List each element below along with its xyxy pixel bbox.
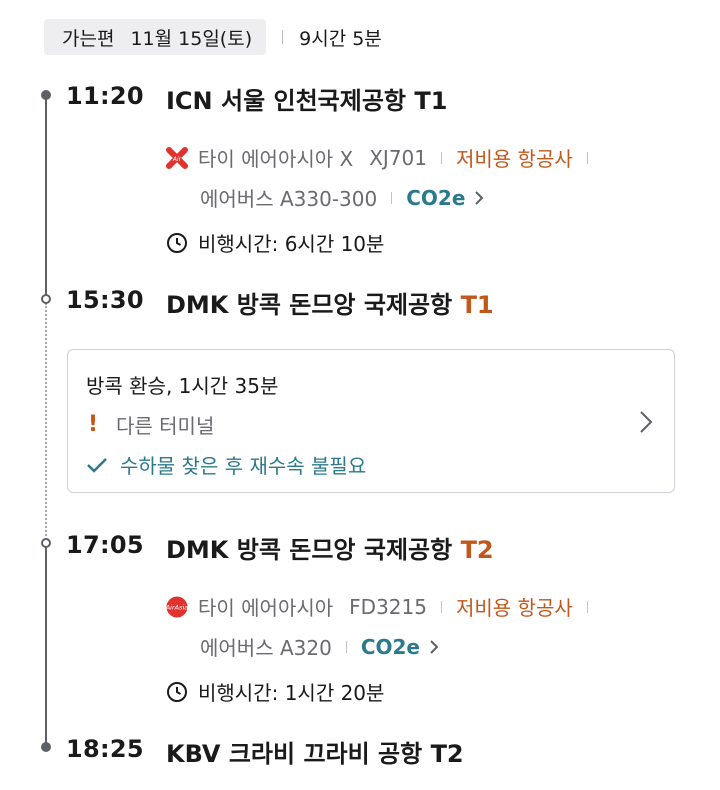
low-cost-carrier-badge: 저비용 항공사: [455, 596, 573, 620]
clock-icon: [166, 232, 188, 254]
warning-text: 다른 터미널: [116, 414, 215, 438]
chevron-right-icon[interactable]: [473, 189, 485, 207]
flight-number: FD3215: [349, 594, 427, 619]
flight-duration-row: 비행시간: 1시간 20분: [166, 677, 384, 706]
airport-name: ICN 서울 인천국제공항: [166, 87, 406, 115]
divider: [441, 151, 442, 164]
flight-duration: 비행시간: 6시간 10분: [198, 232, 385, 256]
co2-emissions-link[interactable]: CO2e: [361, 635, 420, 659]
timeline-dot-layover-departure: [41, 538, 51, 548]
timeline-line-segment-2: [45, 543, 47, 748]
baggage-note: 수하물 찾은 후 재수속 불필요: [86, 450, 366, 479]
divider: [440, 600, 442, 613]
header-divider: [282, 30, 284, 44]
airasia-logo-icon: AirAsia: [166, 596, 188, 618]
airline-name: 타이 에어아시아: [198, 596, 334, 620]
divider: [586, 600, 588, 613]
terminal-label: T2: [460, 536, 494, 564]
divider: [345, 640, 347, 653]
co2-emissions-link[interactable]: CO2e: [406, 186, 465, 210]
airline-row: AirAsia 타이 에어아시아 FD3215 저비용 항공사: [166, 592, 602, 621]
terminal-label: T1: [460, 291, 494, 319]
airasia-x-logo-icon: Air: [166, 146, 188, 169]
arrival-time: 15:30: [66, 286, 144, 314]
clock-icon: [166, 681, 188, 703]
departure-airport: ICN 서울 인천국제공항 T1: [166, 81, 447, 116]
total-duration: 9시간 5분: [299, 27, 382, 50]
timeline-line-segment-1: [45, 95, 47, 298]
timeline-dot-origin: [41, 90, 51, 100]
airport-name: KBV 크라비 끄라비 공항: [166, 740, 423, 768]
timeline-line-layover: [45, 303, 47, 543]
airline-row: Air 타이 에어아시아 X XJ701 저비용 항공사: [166, 143, 602, 172]
arrival-airport: KBV 크라비 끄라비 공항 T2: [166, 734, 464, 769]
aircraft-row: 에어버스 A320 CO2e: [200, 632, 440, 661]
low-cost-carrier-badge: 저비용 항공사: [456, 147, 573, 171]
chevron-right-icon[interactable]: [428, 638, 440, 656]
svg-text:AirAsia: AirAsia: [166, 603, 188, 611]
flight-duration-row: 비행시간: 6시간 10분: [166, 228, 384, 257]
departure-time: 11:20: [66, 82, 144, 110]
timeline-dot-destination: [41, 742, 51, 752]
timeline-dot-layover-arrival: [41, 294, 51, 304]
terminal-label: T2: [430, 740, 464, 768]
departure-airport: DMK 방콕 돈므앙 국제공항 T2: [166, 530, 494, 565]
transfer-info-card[interactable]: 방콕 환승, 1시간 35분 ! 다른 터미널 수하물 찾은 후 재수속 불필요: [67, 349, 675, 493]
travel-date: 11월 15일(토): [130, 27, 253, 50]
checkmark-icon: [86, 456, 108, 474]
flight-duration: 비행시간: 1시간 20분: [198, 681, 385, 705]
itinerary-header: 가는편 11월 15일(토) 9시간 5분: [44, 18, 382, 56]
terminal-change-warning: ! 다른 터미널: [86, 410, 214, 439]
arrival-airport: DMK 방콕 돈므앙 국제공항 T1: [166, 285, 494, 320]
divider: [586, 151, 588, 164]
aircraft-row: 에어버스 A330-300 CO2e: [200, 183, 485, 212]
direction-label: 가는편: [62, 27, 115, 50]
aircraft-model: 에어버스 A330-300: [200, 187, 378, 211]
airport-name: DMK 방콕 돈므앙 국제공항: [166, 536, 453, 564]
baggage-note-text: 수하물 찾은 후 재수속 불필요: [120, 454, 367, 478]
flight-number: XJ701: [369, 145, 427, 170]
departure-time: 17:05: [66, 531, 144, 559]
arrival-time: 18:25: [66, 735, 144, 763]
svg-text:Air: Air: [172, 156, 182, 163]
direction-badge: 가는편 11월 15일(토): [44, 19, 267, 55]
exclamation-icon: !: [87, 412, 99, 437]
airport-name: DMK 방콕 돈므앙 국제공항: [166, 291, 453, 319]
divider: [391, 191, 393, 204]
aircraft-model: 에어버스 A320: [200, 636, 332, 660]
chevron-right-icon[interactable]: [638, 408, 654, 440]
terminal-label: T1: [414, 87, 448, 115]
transfer-title: 방콕 환승, 1시간 35분: [86, 374, 279, 398]
airline-name: 타이 에어아시아 X: [198, 147, 354, 171]
